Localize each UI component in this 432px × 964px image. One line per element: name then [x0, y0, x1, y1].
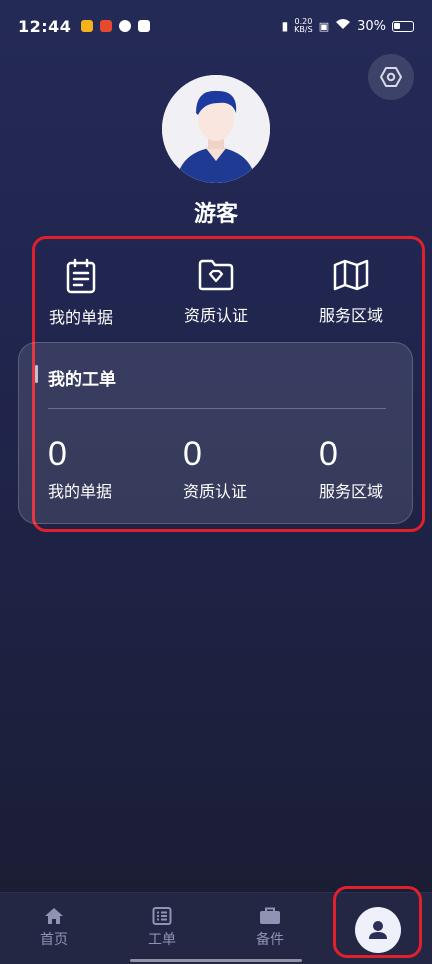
- settings-button[interactable]: [368, 54, 414, 100]
- shortcut-my-documents[interactable]: 我的单据: [21, 258, 141, 328]
- clipboard-icon: [66, 258, 96, 294]
- stat-my-documents[interactable]: 0 我的单据: [48, 435, 168, 502]
- link-app-icon: [119, 20, 132, 32]
- settings-hexagon-icon: [380, 67, 402, 87]
- stat-label: 资质认证: [183, 482, 248, 501]
- folder-diamond-icon: [198, 259, 234, 291]
- status-time: 12:44: [18, 16, 72, 36]
- tab-label: 工单: [148, 932, 176, 948]
- news-app-icon: [100, 20, 113, 32]
- message-app-icon: [138, 20, 151, 32]
- status-bar: 12:44 ▮ 0.20 KB/S ▣ 30%: [0, 0, 432, 52]
- status-right: ▮ 0.20 KB/S ▣ 30%: [282, 18, 414, 34]
- notification-icons: [81, 20, 151, 32]
- stat-value: 0: [183, 435, 202, 473]
- network-speed: 0.20 KB/S: [294, 18, 313, 34]
- card-title-accent: [35, 365, 38, 383]
- battery-percent: 30%: [357, 18, 386, 34]
- battery-icon: [392, 20, 414, 32]
- tab-label: 首页: [40, 932, 68, 948]
- sim-icon: ▣: [318, 19, 330, 33]
- list-icon: [152, 907, 172, 925]
- shortcut-label: 服务区域: [318, 306, 383, 325]
- stat-qualification[interactable]: 0 资质认证: [183, 435, 303, 502]
- highlight-box-profile-tab: [333, 886, 422, 958]
- stat-service-area[interactable]: 0 服务区域: [319, 435, 432, 502]
- stat-value: 0: [48, 435, 67, 473]
- tab-spare-parts[interactable]: 备件: [230, 907, 310, 949]
- home-icon: [45, 908, 63, 924]
- user-avatar-illustration: [162, 75, 270, 183]
- vibrate-icon: ▮: [281, 19, 289, 33]
- work-order-card: 我的工单 0 我的单据 0 资质认证 0 服务区域: [18, 342, 413, 524]
- home-indicator: [130, 959, 302, 962]
- card-divider: [48, 408, 386, 409]
- tab-label: 备件: [256, 932, 284, 948]
- map-icon: [333, 259, 369, 291]
- stat-label: 服务区域: [319, 482, 384, 501]
- weibo-icon: [81, 20, 94, 32]
- wifi-icon: [335, 18, 351, 34]
- stat-label: 我的单据: [48, 482, 113, 501]
- tab-home[interactable]: 首页: [14, 907, 94, 949]
- briefcase-icon: [260, 907, 280, 924]
- shortcut-label: 资质认证: [183, 306, 248, 325]
- stat-value: 0: [319, 435, 338, 473]
- username: 游客: [193, 202, 238, 227]
- shortcut-service-area[interactable]: 服务区域: [291, 258, 411, 326]
- network-speed-unit: KB/S: [294, 25, 313, 34]
- card-title: 我的工单: [48, 370, 116, 390]
- tab-work-orders[interactable]: 工单: [122, 907, 202, 949]
- shortcut-qualification[interactable]: 资质认证: [156, 258, 276, 326]
- avatar[interactable]: [162, 75, 270, 183]
- shortcut-label: 我的单据: [48, 308, 113, 327]
